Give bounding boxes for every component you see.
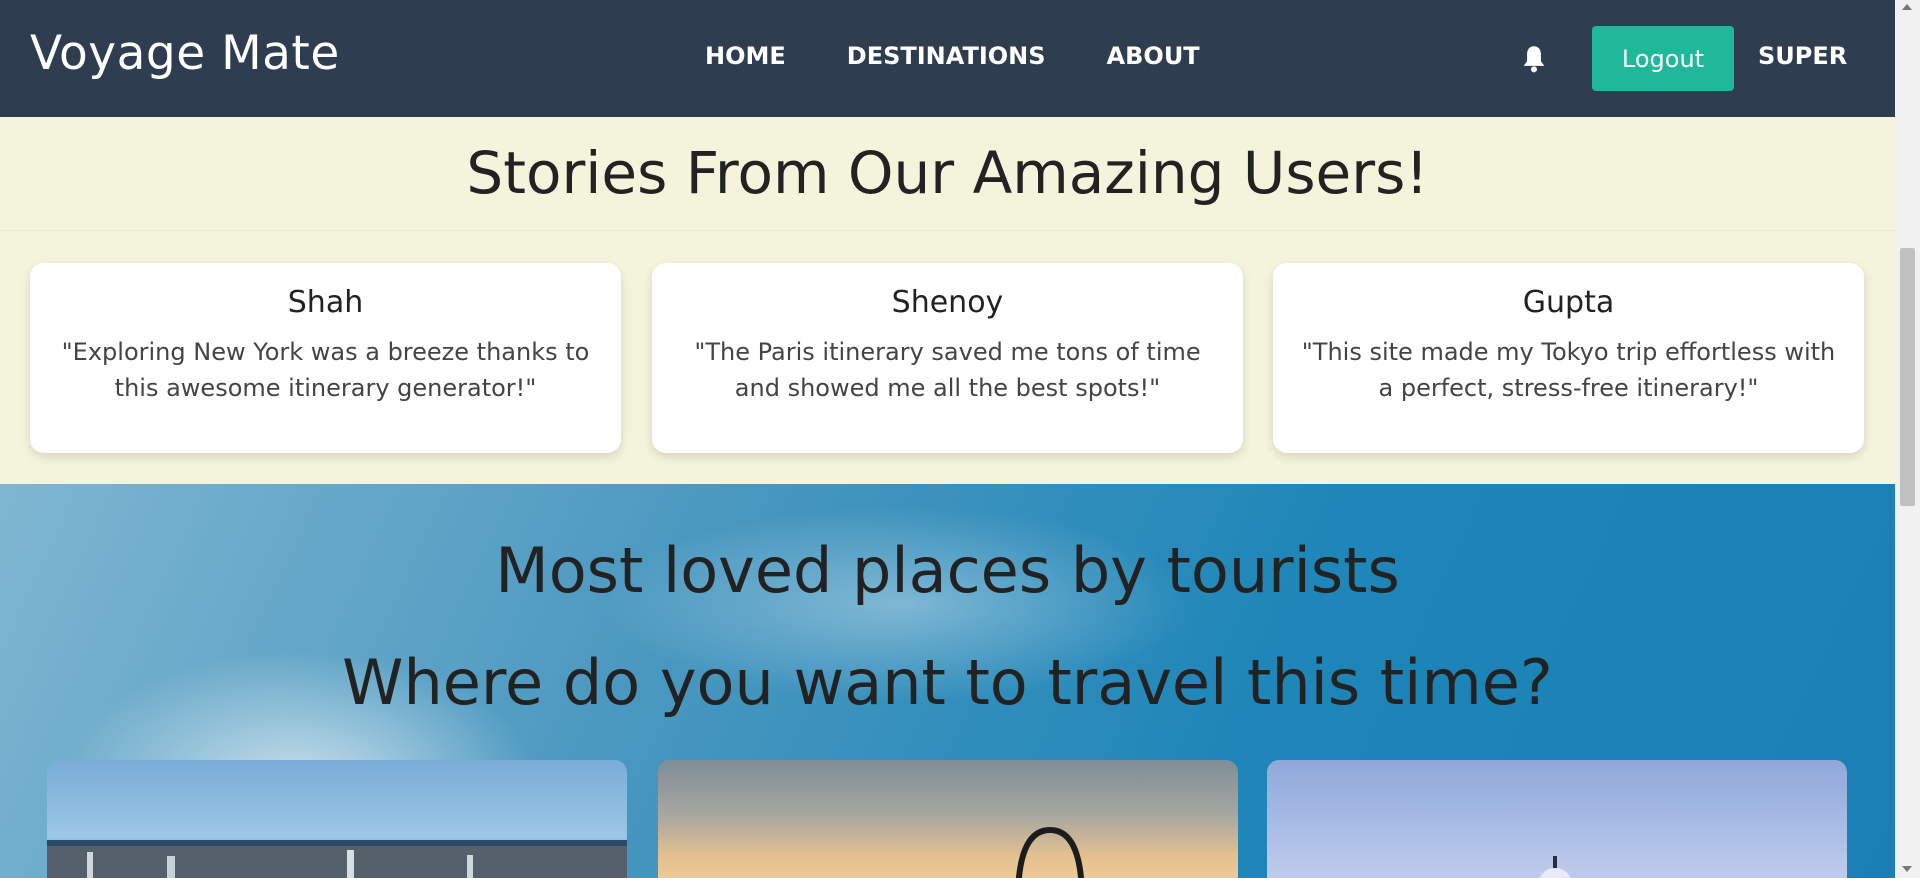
story-card: Gupta "This site made my Tokyo trip effo… bbox=[1273, 263, 1864, 453]
places-title: Most loved places by tourists bbox=[495, 534, 1400, 607]
destination-card-city[interactable] bbox=[47, 760, 627, 878]
nav-link-home[interactable]: HOME bbox=[705, 42, 786, 70]
capitol-dome-image bbox=[1539, 856, 1571, 878]
scroll-down-arrow-icon[interactable] bbox=[1902, 866, 1912, 872]
brand-logo[interactable]: Voyage Mate bbox=[30, 26, 340, 81]
story-quote: "Exploring New York was a breeze thanks … bbox=[61, 338, 590, 402]
story-card: Shah "Exploring New York was a breeze th… bbox=[30, 263, 621, 453]
page: Voyage Mate HOME DESTINATIONS ABOUT Logo… bbox=[0, 0, 1895, 878]
story-quote: "This site made my Tokyo trip effortless… bbox=[1301, 338, 1836, 402]
story-author: Gupta bbox=[1522, 285, 1615, 320]
gateway-arch-image bbox=[1016, 826, 1084, 878]
scrollbar[interactable] bbox=[1895, 0, 1920, 878]
stories-section: Stories From Our Amazing Users! Shah "Ex… bbox=[0, 117, 1895, 484]
user-menu[interactable]: SUPER bbox=[1758, 42, 1847, 70]
nav-link-about[interactable]: ABOUT bbox=[1107, 42, 1200, 70]
nav-link-destinations[interactable]: DESTINATIONS bbox=[847, 42, 1046, 70]
scroll-up-arrow-icon[interactable] bbox=[1902, 4, 1912, 10]
story-author: Shah bbox=[287, 285, 364, 320]
places-section: Most loved places by tourists Where do y… bbox=[0, 484, 1895, 878]
story-card: Shenoy "The Paris itinerary saved me ton… bbox=[652, 263, 1243, 453]
section-divider bbox=[0, 230, 1895, 231]
places-subtitle: Where do you want to travel this time? bbox=[342, 646, 1553, 719]
scrollbar-thumb[interactable] bbox=[1900, 248, 1915, 506]
navbar: Voyage Mate HOME DESTINATIONS ABOUT Logo… bbox=[0, 0, 1895, 117]
bell-icon[interactable] bbox=[1520, 44, 1548, 74]
nav-links: HOME DESTINATIONS ABOUT bbox=[705, 42, 1200, 70]
city-skyline-image bbox=[47, 840, 627, 878]
story-author: Shenoy bbox=[891, 285, 1004, 320]
logout-button[interactable]: Logout bbox=[1592, 26, 1734, 91]
destination-card-capitol[interactable] bbox=[1267, 760, 1847, 878]
story-quote: "The Paris itinerary saved me tons of ti… bbox=[694, 338, 1201, 402]
destination-card-arch[interactable] bbox=[658, 760, 1238, 878]
stories-title: Stories From Our Amazing Users! bbox=[466, 139, 1429, 207]
